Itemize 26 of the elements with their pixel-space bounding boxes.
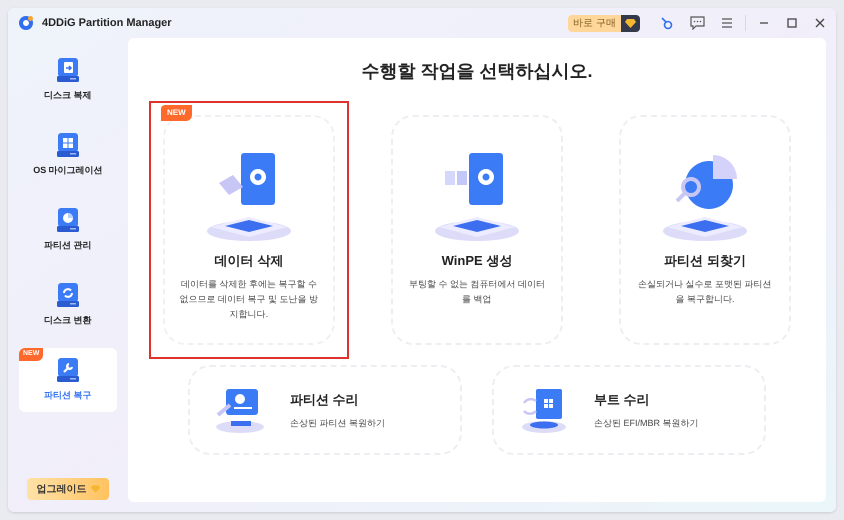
app-logo-icon [18,15,34,31]
disk-sync-icon [56,282,80,308]
new-badge: NEW [161,105,192,121]
task-card[interactable]: WinPE 생성 부팅할 수 없는 컴퓨터에서 데이터를 백업 [391,115,563,345]
disk-wrench-icon [56,357,80,384]
task-card[interactable]: 파티션 되찾기 손실되거나 실수로 포맷된 파티션을 복구합니다. [619,115,791,345]
feedback-icon[interactable] [690,16,705,30]
sidebar-item[interactable]: 디스크 복제 [19,48,117,112]
close-icon[interactable] [814,17,826,29]
upgrade-button[interactable]: 업그레이드 [27,478,109,500]
task-card[interactable]: 데이터 삭제 데이터를 삭제한 후에는 복구할 수 없으므로 데이터 복구 및 도난을 방지합니다. [163,115,335,345]
diamond-icon [90,485,100,493]
sidebar-item[interactable]: OS 마이그레이션 [19,123,117,187]
menu-icon[interactable] [721,17,733,29]
diamond-icon [625,18,636,28]
maximize-icon[interactable] [786,17,798,29]
window-title: 4DDiG Partition Manager [42,16,172,31]
page-heading: 수행할 작업을 선택하십시오. [361,60,592,83]
disk-grid-icon [56,132,80,158]
sidebar-item[interactable]: 파티션 관리 [19,198,117,262]
key-icon[interactable] [660,16,674,30]
task-card[interactable]: 부트 수리 손상된 EFI/MBR 복원하기 [492,365,766,455]
sidebar-item[interactable]: 디스크 변환 [19,273,117,337]
disk-pie-icon [56,207,80,234]
disk-copy-icon [56,57,80,84]
task-card[interactable]: 파티션 수리 손상된 파티션 복원하기 [188,365,462,455]
